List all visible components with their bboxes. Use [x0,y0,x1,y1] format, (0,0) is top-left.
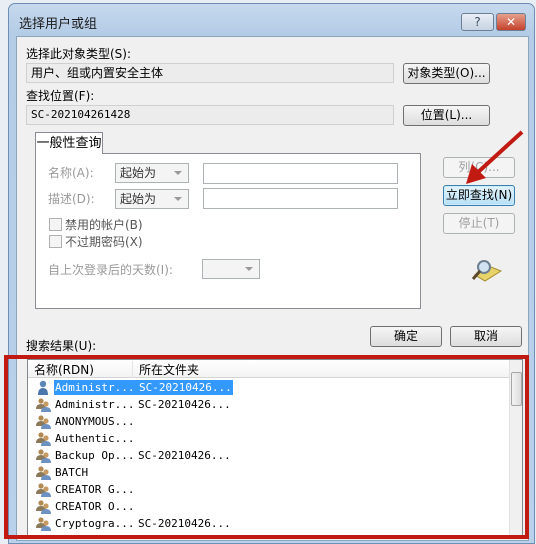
name-input[interactable] [203,163,398,184]
general-query-panel: 名称(A): 起始为 描述(D): 起始为 禁用的帐户(B) 不过期密码(X) … [35,153,421,309]
help-button[interactable]: ? [461,13,494,31]
column-header-folder[interactable]: 所在文件夹 [132,361,199,378]
group-icon [36,500,51,514]
result-folder: SC-20210426... [138,517,231,530]
group-icon [36,432,51,446]
group-icon [36,483,51,497]
description-label: 描述(D): [48,192,95,206]
chevron-down-icon [174,171,182,175]
description-input[interactable] [203,188,398,209]
table-row[interactable]: Authentic... [28,430,511,447]
group-icon [36,415,51,429]
location-field: SC-202104261428 [26,105,394,125]
description-mode-value: 起始为 [120,192,157,206]
result-name: CREATOR O... [55,500,135,513]
close-button[interactable]: ✕ [496,13,526,31]
annotation-arrow-icon [466,130,524,184]
description-mode-select[interactable]: 起始为 [115,189,189,209]
table-row[interactable]: BATCH [28,464,511,481]
result-name: Administr... [55,398,135,411]
group-icon [36,398,51,412]
object-type-label: 选择此对象类型(S): [26,47,132,61]
stop-button[interactable]: 停止(T) [443,213,515,234]
cancel-button[interactable]: 取消 [450,326,522,347]
table-row[interactable]: CREATOR O... [28,498,511,515]
dialog-title: 选择用户或组 [19,17,98,32]
result-folder: SC-20210426... [138,398,231,411]
table-row[interactable]: Cryptogra... SC-20210426... [28,515,511,532]
object-type-field: 用户、组或内置安全主体 [26,63,394,83]
disabled-accounts-label: 禁用的帐户(B) [65,218,143,232]
result-name: Cryptogra... [55,517,135,530]
location-label: 查找位置(F): [26,89,95,103]
table-row[interactable]: Administr... SC-20210426... [28,379,511,396]
object-types-button[interactable]: 对象类型(O)... [403,63,490,84]
column-header-name[interactable]: 名称(RDN) [34,361,94,378]
user-icon [38,380,48,395]
chevron-down-icon [245,267,253,271]
table-row[interactable]: Backup Op... SC-20210426... [28,447,511,464]
table-row[interactable]: ANONYMOUS... [28,413,511,430]
group-icon [36,517,51,531]
dialog-client: 选择此对象类型(S): 用户、组或内置安全主体 对象类型(O)... 查找位置(… [16,36,529,541]
days-since-logon-select[interactable] [202,259,260,279]
vertical-scrollbar[interactable] [509,360,522,536]
non-expiring-password-label: 不过期密码(X) [65,235,143,249]
search-results-label: 搜索结果(U): [26,339,97,353]
dialog-window: 选择用户或组 ? ✕ 选择此对象类型(S): 用户、组或内置安全主体 对象类型(… [8,3,535,544]
tab-general-query[interactable]: 一般性查询 [35,132,103,154]
disabled-accounts-checkbox[interactable] [49,218,62,231]
name-mode-value: 起始为 [120,166,157,180]
result-folder: SC-20210426... [138,449,231,462]
locations-button[interactable]: 位置(L)... [403,105,490,126]
chevron-down-icon [174,197,182,201]
table-row[interactable]: Administr... SC-20210426... [28,396,511,413]
days-since-logon-label: 自上次登录后的天数(I): [48,263,173,277]
group-icon [36,466,51,480]
results-header: 名称(RDN) 所在文件夹 [28,360,511,378]
group-icon [36,449,51,463]
result-name: Backup Op... [55,449,135,462]
table-row[interactable]: CREATOR G... [28,481,511,498]
scrollbar-thumb[interactable] [511,372,522,406]
result-name: ANONYMOUS... [55,415,135,428]
result-folder: SC-20210426... [138,380,233,395]
search-animation-icon [471,260,503,282]
ok-button[interactable]: 确定 [370,326,442,347]
result-name: Authentic... [55,432,135,445]
search-results-list[interactable]: 名称(RDN) 所在文件夹 Administr... SC-20210426...… [27,359,523,537]
result-name: BATCH [55,466,89,479]
result-name: CREATOR G... [55,483,135,496]
non-expiring-password-checkbox[interactable] [49,235,62,248]
name-label: 名称(A): [48,166,94,180]
name-mode-select[interactable]: 起始为 [115,163,189,183]
result-name: Administr... [54,380,139,395]
